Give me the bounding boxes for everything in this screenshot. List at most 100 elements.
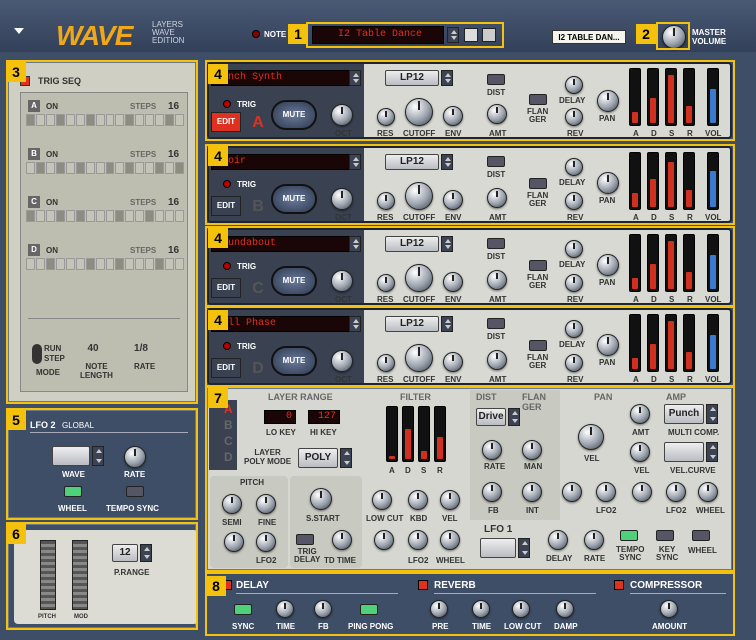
rate-value[interactable]: 1/8	[126, 343, 156, 357]
layer-d-dist-button[interactable]	[487, 318, 505, 329]
layer-c-oct-knob[interactable]	[331, 270, 353, 292]
layer-b-trig-led[interactable]	[223, 180, 231, 188]
layer-a-decay-slider[interactable]	[647, 68, 659, 126]
layer-d-name[interactable]: Cell Phase	[211, 316, 351, 332]
layer-d-stepper[interactable]	[349, 316, 361, 332]
layer-b-sustain-slider[interactable]	[665, 152, 677, 210]
layer-b-filter-select[interactable]: LP12	[385, 154, 439, 170]
layer-b-vol-slider[interactable]	[707, 152, 719, 210]
reverb-damp-knob[interactable]	[556, 600, 574, 618]
reverb-pre-knob[interactable]	[430, 600, 448, 618]
layer-b-pan-knob[interactable]	[597, 172, 619, 194]
layer-b-rev-knob[interactable]	[565, 192, 583, 210]
trig-delay-button[interactable]	[296, 534, 314, 545]
vel-curve-select[interactable]	[664, 442, 704, 462]
layer-c-rev-knob[interactable]	[565, 274, 583, 292]
layer-a-name[interactable]: Punch Synth	[211, 70, 351, 86]
multi-comp-stepper[interactable]	[706, 404, 718, 424]
layer-c-dist-button[interactable]	[487, 238, 505, 249]
master-volume-knob[interactable]	[662, 25, 686, 49]
save-icon[interactable]	[482, 28, 496, 42]
layer-a-amt-knob[interactable]	[487, 104, 507, 124]
amp-wheel-knob[interactable]	[698, 482, 718, 502]
semi-knob[interactable]	[222, 494, 242, 514]
filter-lfo1-knob[interactable]	[374, 530, 394, 550]
layer-a-trig-led[interactable]	[223, 100, 231, 108]
pan-lfo2-knob[interactable]	[596, 482, 616, 502]
layer-a-delay-knob[interactable]	[565, 76, 583, 94]
layer-d-mute-button[interactable]: MUTE	[271, 346, 317, 376]
edit-letter-d[interactable]: D	[224, 450, 233, 464]
layer-b-attack-slider[interactable]	[629, 152, 641, 210]
layer-d-release-slider[interactable]	[683, 314, 695, 372]
compressor-amount-knob[interactable]	[660, 600, 678, 618]
layer-b-delay-knob[interactable]	[565, 158, 583, 176]
pitch-lfo1-knob[interactable]	[224, 532, 244, 552]
lo-key-display[interactable]: 0	[264, 410, 296, 424]
patch-name-display[interactable]: I2 Table Dance	[312, 26, 444, 44]
layer-c-res-knob[interactable]	[377, 274, 395, 292]
layer-c-pan-knob[interactable]	[597, 254, 619, 276]
filter-sustain-slider[interactable]	[418, 406, 430, 462]
layer-b-cutoff-knob[interactable]	[405, 182, 433, 210]
layer-b-edit-button[interactable]: EDIT	[211, 196, 241, 216]
layer-d-vol-slider[interactable]	[707, 314, 719, 372]
lfo2-rate-knob[interactable]	[124, 446, 146, 468]
layer-c-mute-button[interactable]: MUTE	[271, 266, 317, 296]
lfo1-key-sync-button[interactable]	[656, 530, 674, 541]
layer-b-amt-knob[interactable]	[487, 188, 507, 208]
layer-d-filter-stepper[interactable]	[441, 316, 453, 332]
reverb-time-knob[interactable]	[472, 600, 490, 618]
lfo1-wave-stepper[interactable]	[518, 538, 530, 558]
layer-b-stepper[interactable]	[349, 154, 361, 170]
layer-b-release-slider[interactable]	[683, 152, 695, 210]
layer-a-vol-slider[interactable]	[707, 68, 719, 126]
pan-lfo1-knob[interactable]	[562, 482, 582, 502]
layer-b-flanger-button[interactable]	[529, 178, 547, 189]
layer-b-decay-slider[interactable]	[647, 152, 659, 210]
delay-sync-button[interactable]	[234, 604, 252, 615]
flanger-int-knob[interactable]	[522, 482, 542, 502]
ping-pong-button[interactable]	[360, 604, 378, 615]
layer-c-filter-stepper[interactable]	[441, 236, 453, 252]
layer-d-amt-knob[interactable]	[487, 350, 507, 370]
lfo2-wave-stepper[interactable]	[92, 446, 104, 466]
lfo2-tempo-sync-button[interactable]	[126, 486, 144, 497]
edit-letter-b[interactable]: B	[224, 418, 233, 432]
layer-d-rev-knob[interactable]	[565, 354, 583, 372]
amp-vel-knob[interactable]	[630, 442, 650, 462]
layer-c-env-knob[interactable]	[443, 272, 463, 292]
layer-c-flanger-button[interactable]	[529, 260, 547, 271]
filter-attack-slider[interactable]	[386, 406, 398, 462]
low-cut-knob[interactable]	[372, 490, 392, 510]
fine-knob[interactable]	[256, 494, 276, 514]
kbd-knob[interactable]	[408, 490, 428, 510]
layer-d-attack-slider[interactable]	[629, 314, 641, 372]
layer-d-flanger-button[interactable]	[529, 340, 547, 351]
layer-b-res-knob[interactable]	[377, 192, 395, 210]
menu-chevron-icon[interactable]	[14, 28, 24, 34]
layer-a-release-slider[interactable]	[683, 68, 695, 126]
amp-lfo2-knob[interactable]	[666, 482, 686, 502]
pan-vel-knob[interactable]	[578, 424, 604, 450]
layer-d-cutoff-knob[interactable]	[405, 344, 433, 372]
sstart-knob[interactable]	[310, 488, 332, 510]
delay-fb-knob[interactable]	[314, 600, 332, 618]
layer-d-sustain-slider[interactable]	[665, 314, 677, 372]
filter-wheel-knob[interactable]	[440, 530, 460, 550]
pitch-wheel[interactable]	[40, 540, 56, 610]
layer-a-env-knob[interactable]	[443, 106, 463, 126]
layer-a-oct-knob[interactable]	[331, 104, 353, 126]
layer-a-flanger-button[interactable]	[529, 94, 547, 105]
layer-c-attack-slider[interactable]	[629, 234, 641, 292]
run-step-switch[interactable]	[32, 344, 42, 364]
multi-comp-select[interactable]: Punch	[664, 404, 704, 424]
folder-icon[interactable]	[464, 28, 478, 42]
lfo1-delay-knob[interactable]	[548, 530, 568, 550]
flanger-fb-knob[interactable]	[482, 482, 502, 502]
layer-c-trig-led[interactable]	[223, 262, 231, 270]
pitch-range-stepper[interactable]	[140, 544, 152, 562]
flanger-rate-knob[interactable]	[482, 440, 502, 460]
layer-b-dist-button[interactable]	[487, 156, 505, 167]
layer-c-stepper[interactable]	[349, 236, 361, 252]
